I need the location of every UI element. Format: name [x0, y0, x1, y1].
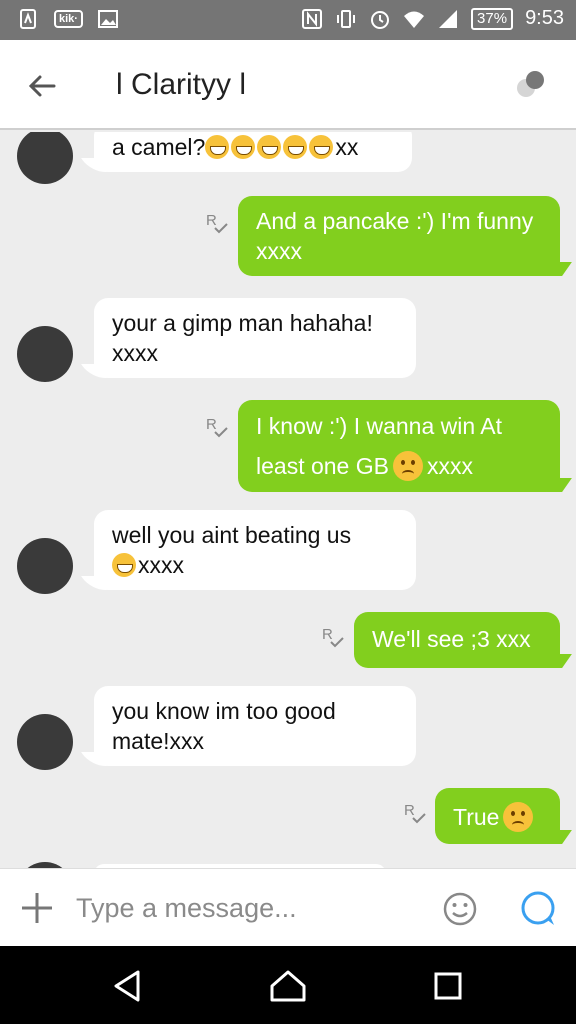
smiley-icon[interactable]: [440, 889, 480, 929]
check-icon: [214, 427, 228, 438]
grinning-emoji-icon: [257, 135, 282, 159]
sad-emoji-icon: [392, 451, 423, 481]
chat-title[interactable]: l Clarityy l: [116, 68, 246, 102]
message-bubble-incoming[interactable]: a camel? xx: [94, 132, 412, 172]
avatar[interactable]: [17, 538, 73, 594]
message-row: well you aint beating us xxxx: [0, 510, 576, 594]
message-bubble-incoming[interactable]: your a gimp man hahaha! xxxx: [94, 298, 416, 378]
navigation-bar: [0, 946, 576, 1024]
message-row: R I know :') I wanna win At least one GB…: [0, 400, 576, 494]
plus-icon[interactable]: [18, 889, 56, 927]
alarm-icon: [371, 10, 390, 29]
message-row: R We'll see ;3 xxx: [0, 612, 576, 668]
message-text: True: [453, 804, 500, 830]
message-bubble-outgoing[interactable]: True: [435, 788, 560, 844]
kik-notification-icon: kik·: [54, 10, 83, 28]
message-text-suffix: xxxx: [426, 453, 473, 479]
send-bubble-icon[interactable]: [516, 887, 560, 931]
avatar[interactable]: [17, 714, 73, 770]
message-bubble-incoming[interactable]: you know im too good mate!xxx: [94, 686, 416, 766]
message-text-suffix: xxxx: [138, 552, 184, 578]
battery-indicator: 37%: [471, 7, 514, 30]
message-row: your a gimp man hahaha! xxxx: [0, 298, 576, 382]
chat-options-icon[interactable]: [510, 66, 550, 106]
check-icon: [330, 637, 344, 648]
message-text-suffix: xx: [335, 134, 359, 160]
message-row: you know im too good mate!xxx: [0, 686, 576, 770]
chat-header: l Clarityy l: [0, 40, 576, 130]
message-row: a camel? xx: [0, 132, 576, 184]
image-icon: [97, 10, 118, 28]
message-list[interactable]: a camel? xx R And a pancake :') I'm funny…: [0, 132, 576, 868]
message-text: a camel?: [112, 134, 206, 160]
message-text: well you aint beating us: [112, 522, 352, 548]
message-row: R True: [0, 788, 576, 848]
signal-icon: [439, 9, 458, 28]
recent-apps-icon[interactable]: [426, 964, 470, 1008]
avatar[interactable]: [17, 132, 73, 184]
sim-icon: [20, 9, 36, 29]
nfc-icon: [302, 8, 323, 29]
back-triangle-icon[interactable]: [106, 964, 150, 1008]
grinning-emoji-icon: [231, 135, 256, 159]
message-bubble-incoming[interactable]: well you aint beating us xxxx: [94, 510, 416, 590]
message-input[interactable]: [76, 887, 416, 929]
grinning-emoji-icon: [309, 135, 334, 159]
grinning-emoji-icon: [283, 135, 308, 159]
clock: 9:53: [525, 7, 564, 29]
disappointed-relieved-emoji-icon: [503, 802, 534, 832]
check-icon: [412, 813, 426, 824]
message-bubble-outgoing[interactable]: We'll see ;3 xxx: [354, 612, 560, 668]
message-bubble-outgoing[interactable]: I know :') I wanna win At least one GB xx…: [238, 400, 560, 492]
message-bubble-outgoing[interactable]: And a pancake :') I'm funny xxxx: [238, 196, 560, 276]
grinning-emoji-icon: [205, 135, 230, 159]
back-arrow-icon[interactable]: [22, 66, 62, 106]
status-bar: kik· 37% 9:53: [0, 0, 576, 40]
avatar[interactable]: [17, 326, 73, 382]
message-row: R And a pancake :') I'm funny xxxx: [0, 196, 576, 280]
grinning-emoji-icon: [112, 553, 136, 577]
compose-bar: [0, 868, 576, 946]
wifi-icon: [404, 11, 425, 28]
vibrate-icon: [337, 9, 356, 28]
home-icon[interactable]: [266, 964, 310, 1008]
check-icon: [214, 223, 228, 234]
